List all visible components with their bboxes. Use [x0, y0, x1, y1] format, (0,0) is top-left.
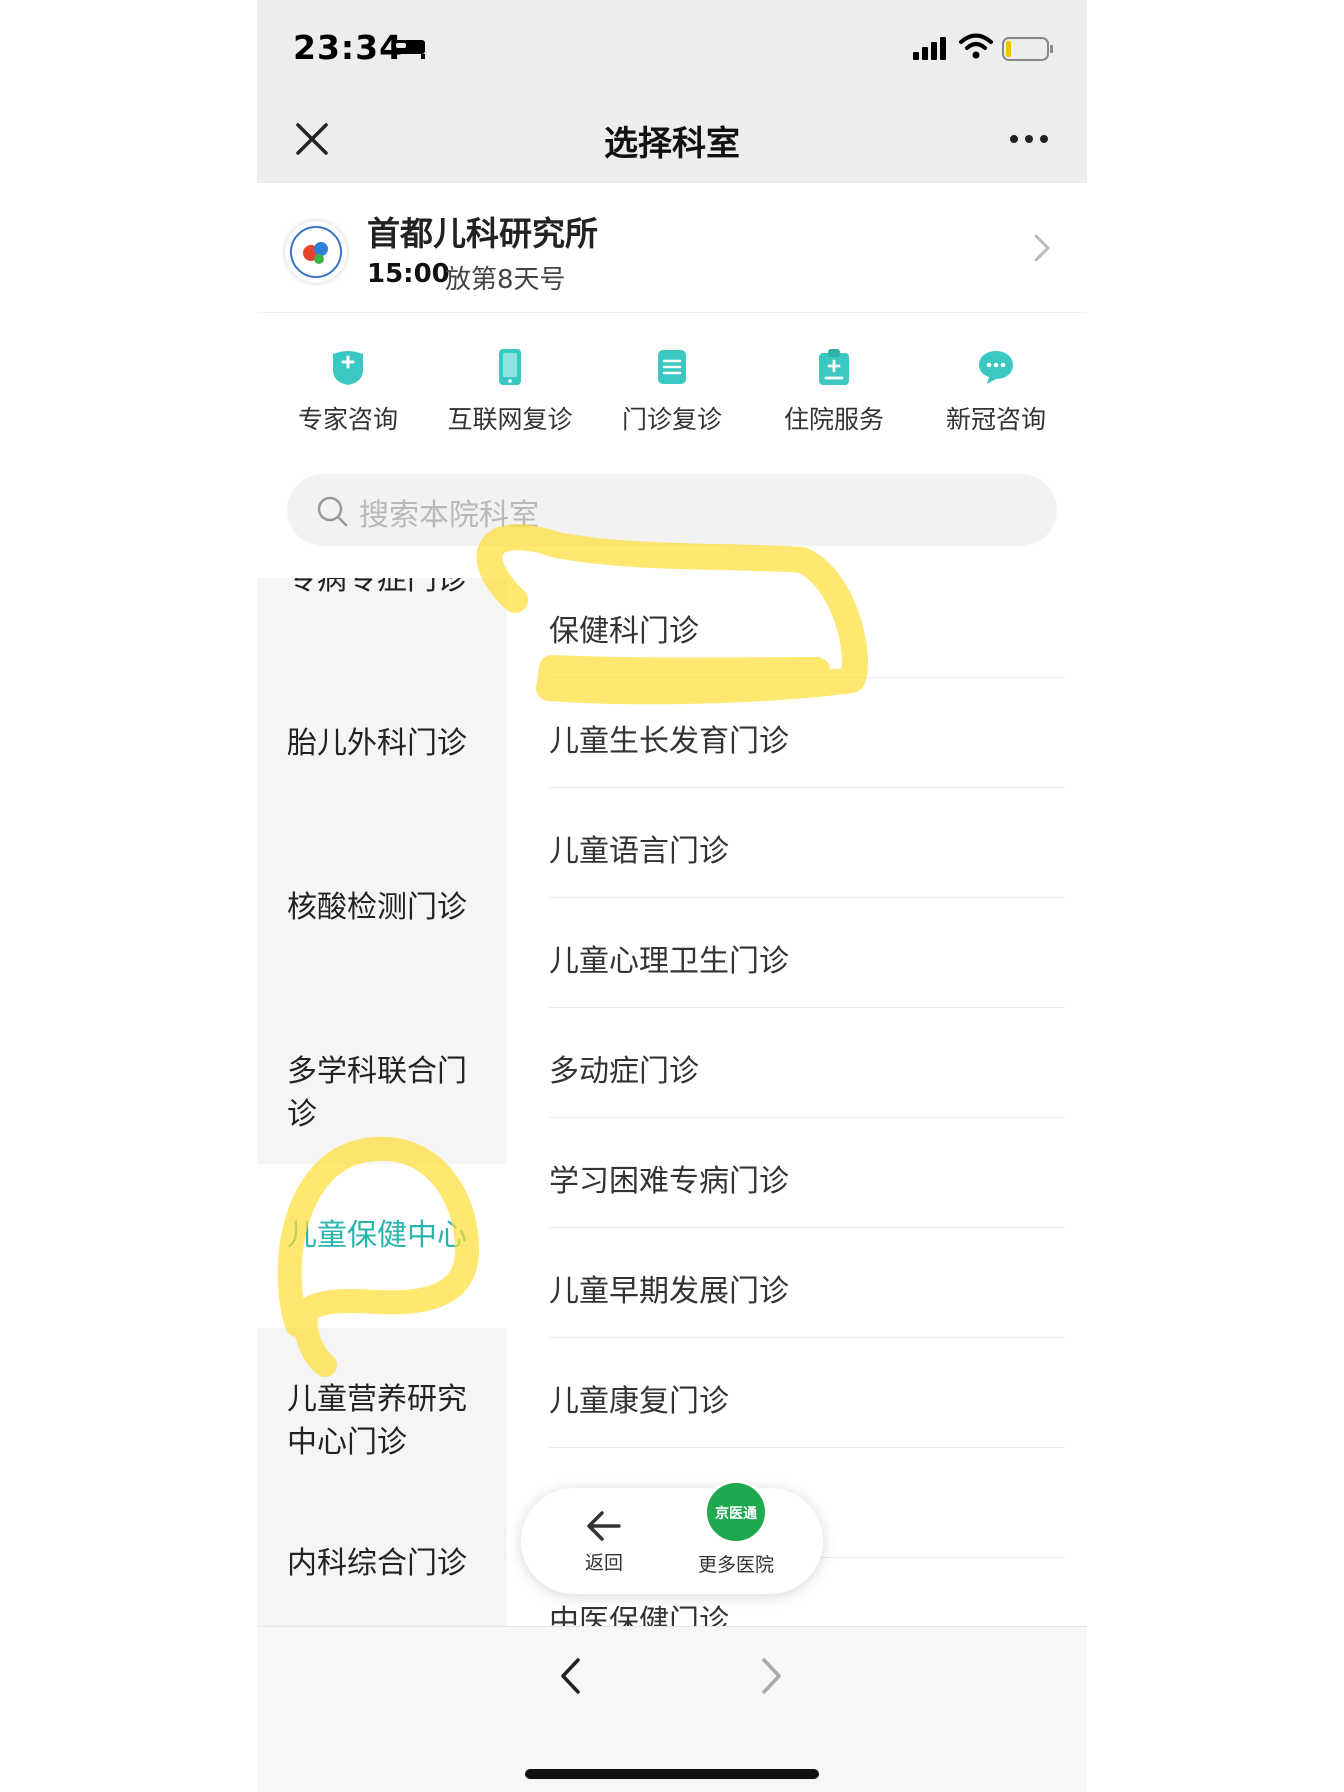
sleep-mode-icon — [393, 40, 425, 59]
category-item[interactable]: 内科综合门诊 — [257, 1492, 507, 1626]
department-list: 保健科门诊 儿童生长发育门诊 儿童语言门诊 儿童心理卫生门诊 多动症门诊 学习困… — [549, 578, 1065, 1626]
browser-toolbar — [257, 1626, 1087, 1792]
wifi-icon — [959, 33, 993, 59]
more-hospitals-label: 更多医院 — [697, 1554, 774, 1576]
battery-icon — [1002, 37, 1053, 61]
chevron-right-icon — [1034, 234, 1050, 262]
service-label: 住院服务 — [783, 405, 884, 434]
department-item[interactable]: 儿童早期发展门诊 — [549, 1228, 1065, 1338]
category-item[interactable]: 多学科联合门诊 — [257, 1000, 507, 1164]
category-item[interactable]: 专病专症门诊 — [257, 578, 507, 672]
arrow-left-icon — [587, 1511, 621, 1541]
clipboard-icon — [819, 349, 849, 385]
back-button[interactable]: 返回 — [569, 1510, 639, 1590]
shield-plus-icon — [333, 351, 363, 385]
floating-action-bar: 返回 京医通 更多医院 — [521, 1480, 823, 1594]
service-inpatient[interactable]: 住院服务 — [753, 330, 915, 450]
service-shortcuts: 专家咨询 互联网复诊 门诊复诊 住院服务 新冠咨询 — [257, 330, 1087, 450]
chevron-right-icon[interactable] — [761, 1657, 783, 1695]
top-bar: 23:34 选择科室 — [257, 0, 1087, 183]
category-item[interactable]: 核酸检测门诊 — [257, 836, 507, 1000]
department-lists: 专病专症门诊 胎儿外科门诊 核酸检测门诊 多学科联合门诊 儿童保健中心 儿童营养… — [257, 578, 1087, 1626]
service-label: 门诊复诊 — [621, 405, 722, 434]
department-item[interactable]: 儿童语言门诊 — [549, 788, 1065, 898]
service-expert-consult[interactable]: 专家咨询 — [267, 330, 429, 450]
document-icon — [658, 350, 686, 384]
department-item[interactable]: 学习困难专病门诊 — [549, 1118, 1065, 1228]
page-title: 选择科室 — [604, 124, 740, 164]
service-label: 互联网复诊 — [447, 405, 573, 434]
service-clinic-revisit[interactable]: 门诊复诊 — [591, 330, 753, 450]
phone-icon — [499, 349, 521, 385]
status-time: 23:34 — [293, 28, 404, 67]
department-category-list: 专病专症门诊 胎儿外科门诊 核酸检测门诊 多学科联合门诊 儿童保健中心 儿童营养… — [257, 578, 507, 1626]
back-label: 返回 — [584, 1552, 623, 1574]
service-label: 专家咨询 — [297, 405, 398, 434]
service-covid-consult[interactable]: 新冠咨询 — [915, 330, 1077, 450]
search-input[interactable]: 搜索本院科室 — [287, 474, 1057, 546]
home-indicator — [525, 1769, 819, 1779]
phone-screen: 23:34 选择科室 首都儿科研究所 15:00 放第8天号 专家咨询 互联网复… — [257, 0, 1087, 1792]
chat-bubble-icon — [979, 351, 1013, 384]
search-placeholder: 搜索本院科室 — [359, 498, 539, 533]
service-online-revisit[interactable]: 互联网复诊 — [429, 330, 591, 450]
hospital-emblem-icon — [290, 226, 342, 278]
service-label: 新冠咨询 — [945, 405, 1046, 434]
hospital-logo — [285, 221, 347, 283]
release-note: 放第8天号 — [445, 265, 566, 295]
department-item[interactable]: 多动症门诊 — [549, 1008, 1065, 1118]
signal-icon — [913, 37, 946, 60]
chevron-left-icon[interactable] — [559, 1657, 581, 1695]
more-options-icon[interactable] — [1009, 130, 1049, 148]
category-item[interactable]: 儿童营养研究中心门诊 — [257, 1328, 507, 1492]
department-item[interactable]: 儿童生长发育门诊 — [549, 678, 1065, 788]
jingyitong-logo: 京医通 — [704, 1480, 768, 1544]
department-item[interactable]: 儿童康复门诊 — [549, 1338, 1065, 1448]
search-icon — [317, 496, 348, 527]
more-hospitals-button[interactable]: 京医通 更多医院 — [681, 1480, 791, 1590]
hospital-header[interactable]: 首都儿科研究所 15:00 放第8天号 — [257, 183, 1087, 313]
hospital-name: 首都儿科研究所 — [367, 214, 598, 253]
department-item[interactable]: 儿童心理卫生门诊 — [549, 898, 1065, 1008]
department-item[interactable]: 保健科门诊 — [549, 578, 1065, 678]
category-item[interactable]: 胎儿外科门诊 — [257, 672, 507, 836]
category-item-selected[interactable]: 儿童保健中心 — [257, 1164, 507, 1328]
release-time: 15:00 — [367, 259, 450, 289]
